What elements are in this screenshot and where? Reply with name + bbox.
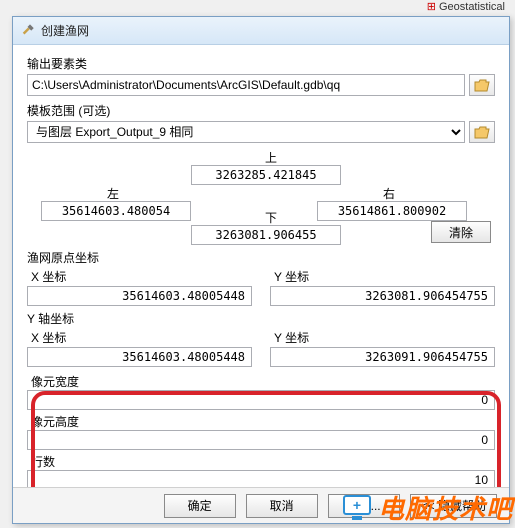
hide-help-button[interactable]: << 隐藏帮助	[410, 494, 497, 518]
extent-left-input[interactable]	[41, 201, 191, 221]
browse-template-button[interactable]	[469, 121, 495, 143]
origin-y-input[interactable]	[270, 286, 495, 306]
extent-left-label: 左	[107, 185, 119, 202]
dialog-title: 创建渔网	[41, 22, 89, 39]
cell-height-input[interactable]	[27, 430, 495, 450]
folder-open-icon	[474, 79, 490, 92]
extent-group: 上 左 右 下 清除	[27, 149, 495, 245]
ok-button[interactable]: 确定	[164, 494, 236, 518]
extent-bottom-input[interactable]	[191, 225, 341, 245]
origin-coord-label: 渔网原点坐标	[27, 249, 495, 266]
yaxis-x-input[interactable]	[27, 347, 252, 367]
clear-extent-button[interactable]: 清除	[431, 221, 491, 243]
yaxis-coord-label: Y 轴坐标	[27, 310, 495, 327]
extent-right-input[interactable]	[317, 201, 467, 221]
yaxis-x-label: X 坐标	[31, 329, 252, 346]
cell-height-label: 像元高度	[31, 413, 495, 430]
extent-top-input[interactable]	[191, 165, 341, 185]
output-feature-label: 输出要素类	[27, 55, 495, 72]
cell-width-input[interactable]	[27, 390, 495, 410]
extent-right-label: 右	[383, 185, 395, 202]
dialog-content: 输出要素类 模板范围 (可选) 与图层 Export_Output_9 相同 上…	[13, 45, 509, 487]
rows-input[interactable]	[27, 470, 495, 487]
output-feature-input[interactable]	[27, 74, 465, 96]
origin-x-input[interactable]	[27, 286, 252, 306]
yaxis-y-input[interactable]	[270, 347, 495, 367]
titlebar: 创建渔网	[13, 17, 509, 45]
cell-width-label: 像元宽度	[31, 373, 495, 390]
origin-x-label: X 坐标	[31, 268, 252, 285]
yaxis-y-label: Y 坐标	[274, 329, 495, 346]
environments-button[interactable]: 环境...	[328, 494, 400, 518]
cancel-button[interactable]: 取消	[246, 494, 318, 518]
button-bar: 确定 取消 环境... << 隐藏帮助	[13, 487, 509, 523]
toolbox-tree-hint: Geostatistical	[427, 0, 505, 13]
create-fishnet-dialog: 创建渔网 输出要素类 模板范围 (可选) 与图层 Export_Output_9…	[12, 16, 510, 524]
origin-y-label: Y 坐标	[274, 268, 495, 285]
extent-bottom-label: 下	[265, 209, 277, 226]
template-extent-dropdown[interactable]: 与图层 Export_Output_9 相同	[27, 121, 465, 143]
folder-open-icon	[474, 126, 490, 139]
rows-label: 行数	[31, 453, 495, 470]
template-extent-label: 模板范围 (可选)	[27, 102, 495, 119]
hammer-icon	[21, 24, 35, 38]
browse-output-button[interactable]	[469, 74, 495, 96]
extent-top-label: 上	[265, 149, 277, 166]
